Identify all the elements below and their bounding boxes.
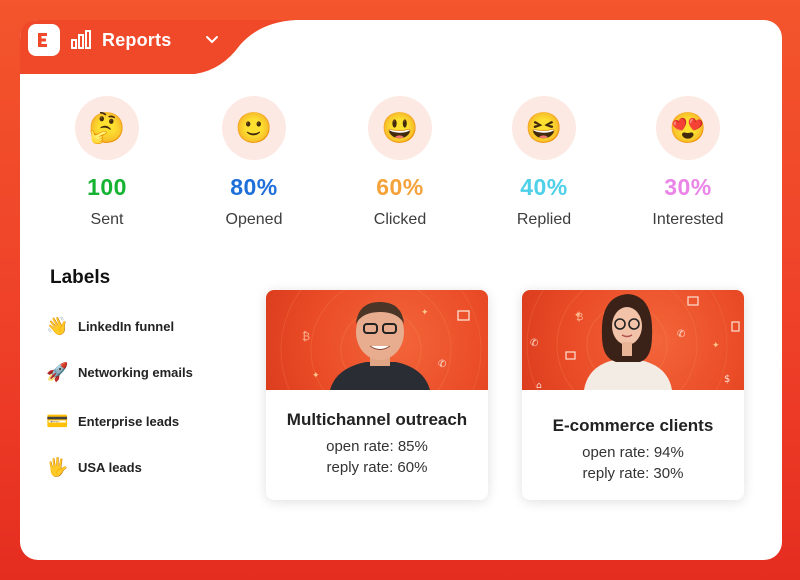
reply-rate: reply rate: 60% [326, 459, 428, 476]
stat-value: 30% [664, 174, 712, 200]
open-rate: open rate: 85% [326, 438, 428, 455]
label-text: Networking emails [78, 365, 193, 380]
svg-text:$: $ [724, 374, 730, 385]
stat-value: 80% [230, 174, 278, 200]
stat-clicked: 😃 60% Clicked [340, 96, 460, 229]
thinking-face-icon: 🤔 [75, 96, 139, 160]
waving-hand-icon: 👋 [46, 316, 69, 336]
chevron-down-icon[interactable] [205, 35, 219, 45]
campaign-card-multichannel[interactable]: ₿ ✦ ✦ ✆ Multichannel outreach open rate:… [266, 290, 488, 500]
label-text: LinkedIn funnel [78, 319, 175, 334]
label-item-usa-leads[interactable]: 🖐 USA leads [46, 457, 142, 478]
label-item-linkedin-funnel[interactable]: 👋 LinkedIn funnel [46, 316, 174, 337]
heart-eyes-icon: 😍 [656, 96, 720, 160]
stat-value: 100 [87, 174, 127, 200]
stat-value: 40% [520, 174, 568, 200]
svg-text:₿: ₿ [302, 330, 310, 343]
laughing-face-icon: 😆 [512, 96, 576, 160]
campaign-card-ecommerce[interactable]: ✦ ✆ ₿ ⌂ ✆ $ ✦ E-commerce clients open ra… [522, 290, 744, 500]
stats-row: 🤔 100 Sent 🙂 80% Opened 😃 60% Clicked 😆 … [60, 96, 740, 236]
raised-hand-icon: 🖐 [46, 457, 69, 477]
open-rate: open rate: 94% [582, 444, 684, 461]
person-photo: ₿ ✦ ✦ ✆ [280, 290, 482, 390]
stat-replied: 😆 40% Replied [484, 96, 604, 229]
stat-value: 60% [376, 174, 424, 200]
label-item-enterprise-leads[interactable]: 💳 Enterprise leads [46, 411, 179, 432]
reply-rate: reply rate: 30% [582, 465, 684, 482]
card-body: E-commerce clients open rate: 94% reply … [522, 390, 744, 482]
svg-text:✆: ✆ [530, 338, 538, 349]
svg-text:✆: ✆ [438, 359, 446, 370]
logo-icon [38, 33, 47, 47]
stat-label: Interested [652, 211, 724, 228]
app-logo[interactable] [28, 24, 60, 56]
svg-text:✦: ✦ [712, 341, 720, 351]
stat-sent: 🤔 100 Sent [47, 96, 167, 229]
card-body: Multichannel outreach open rate: 85% rep… [266, 390, 488, 476]
svg-text:₿: ₿ [576, 311, 583, 323]
stat-label: Opened [225, 211, 283, 228]
stat-label: Sent [90, 211, 124, 228]
label-item-networking-emails[interactable]: 🚀 Networking emails [46, 362, 193, 383]
header-bar: Reports [28, 24, 219, 56]
rocket-icon: 🚀 [46, 362, 69, 382]
card-title: E-commerce clients [552, 416, 714, 435]
stat-interested: 😍 30% Interested [628, 96, 748, 229]
stat-opened: 🙂 80% Opened [194, 96, 314, 229]
svg-text:✆: ✆ [677, 329, 685, 340]
card-banner: ✦ ✆ ₿ ⌂ ✆ $ ✦ [522, 290, 744, 390]
label-text: Enterprise leads [78, 414, 180, 429]
label-text: USA leads [78, 460, 142, 475]
card-title: Multichannel outreach [286, 410, 468, 429]
bar-chart-icon [71, 30, 91, 49]
card-banner: ₿ ✦ ✦ ✆ [266, 290, 488, 390]
reports-title[interactable]: Reports [102, 30, 171, 51]
grinning-face-icon: 😃 [368, 96, 432, 160]
credit-card-icon: 💳 [46, 411, 69, 431]
person-photo: ✦ ✆ ₿ ⌂ ✆ $ ✦ [526, 290, 740, 390]
slight-smile-icon: 🙂 [222, 96, 286, 160]
stat-label: Replied [516, 211, 572, 228]
labels-heading: Labels [50, 267, 111, 288]
svg-text:✦: ✦ [312, 371, 320, 381]
svg-text:⌂: ⌂ [536, 381, 542, 390]
svg-text:✦: ✦ [421, 308, 429, 318]
stat-label: Clicked [373, 211, 427, 228]
